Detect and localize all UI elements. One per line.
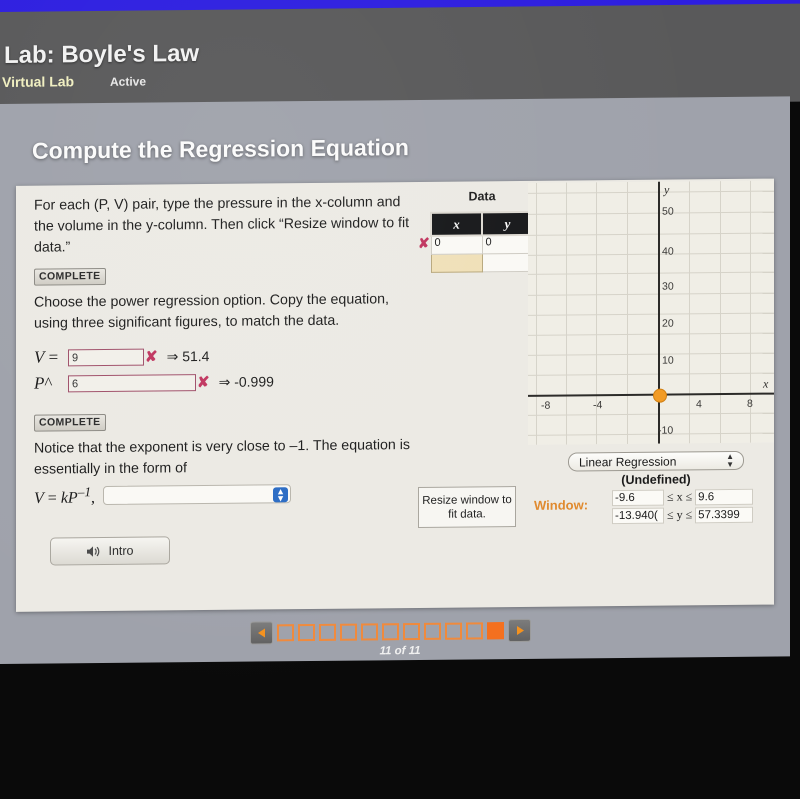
page-dot-11[interactable] — [487, 622, 504, 640]
resize-window-label: Resize window to fit data. — [422, 493, 512, 521]
row-invalid-icon: ✘ — [418, 234, 430, 251]
table-header-row: x y — [431, 211, 533, 236]
data-point-origin[interactable] — [653, 388, 667, 403]
page-dot-6[interactable] — [382, 623, 399, 641]
window-y-range-row: -13.940( ≤ y ≤ 57.3399 — [612, 506, 754, 524]
x-axis — [528, 392, 774, 397]
equation-row-v: V = 9 ✘ ⇒ 51.4 — [34, 343, 412, 369]
exponent-input[interactable]: 6 — [68, 373, 196, 392]
y-axis-label: y — [664, 182, 670, 197]
page-dot-8[interactable] — [424, 622, 441, 640]
kp-comma: , — [91, 489, 96, 507]
page-dot-10[interactable] — [466, 622, 483, 640]
y-tick-20: 20 — [662, 317, 674, 330]
intro-button-label: Intro — [108, 543, 134, 558]
app-header-content: Lab: Boyle's Law Virtual Lab Active — [0, 14, 800, 110]
equation-row-p: P^ 6 ✘ ⇒ -0.999 — [34, 369, 412, 395]
page-dot-4[interactable] — [340, 623, 357, 641]
cell-y-1[interactable] — [482, 253, 533, 272]
cell-x-1[interactable] — [431, 253, 482, 273]
page-counter: 11 of 11 — [379, 644, 421, 658]
instructions-column: For each (P, V) pair, type the pressure … — [34, 192, 412, 508]
activity-title: Compute the Regression Equation — [32, 134, 409, 164]
equation-p-result: ⇒ -0.999 — [218, 372, 274, 390]
window-section-label: Window: — [534, 497, 589, 513]
chevron-right-icon — [516, 626, 524, 636]
y-tick-40: 40 — [662, 245, 674, 258]
window-y-relation: ≤ y ≤ — [667, 507, 693, 522]
instruction-step-1: For each (P, V) pair, type the pressure … — [34, 194, 410, 256]
x-tick-neg8: -8 — [541, 399, 551, 412]
table-row — [431, 253, 533, 273]
x-tick-4: 4 — [696, 398, 702, 411]
pagination — [250, 618, 531, 645]
intro-button[interactable]: Intro — [50, 536, 170, 566]
content-area: Compute the Regression Equation For each… — [0, 96, 790, 664]
cell-x-0[interactable]: 0 — [431, 235, 482, 255]
y-tick-50: 50 — [662, 205, 674, 218]
window-ymax-input[interactable]: 57.3399 — [695, 506, 754, 523]
equation-v-result: ⇒ 51.4 — [166, 347, 210, 364]
x-tick-neg4: -4 — [593, 399, 603, 412]
chevron-left-icon — [257, 628, 265, 638]
activity-card: For each (P, V) pair, type the pressure … — [16, 178, 774, 612]
instruction-step-3: Notice that the exponent is very close t… — [34, 437, 410, 478]
kp-equation: V = kP–1, — [34, 484, 96, 508]
table-row: 0 0 — [431, 234, 533, 255]
resize-window-button[interactable]: Resize window to fit data. — [418, 486, 516, 528]
data-table-title: Data — [468, 189, 496, 204]
status-badge: Active — [110, 74, 147, 89]
window-xmin-input[interactable]: -9.6 — [612, 489, 664, 506]
regression-type-value: Linear Regression — [579, 454, 677, 470]
complete-badge-2: COMPLETE — [34, 413, 106, 432]
page-dot-7[interactable] — [403, 622, 420, 641]
chevron-updown-icon: ▲ ▼ — [726, 451, 734, 470]
x-axis-label: x — [763, 376, 769, 391]
window-x-relation: ≤ x ≤ — [667, 489, 693, 504]
equation-entry-block: V = 9 ✘ ⇒ 51.4 P^ 6 ✘ ⇒ -0.999 — [34, 343, 412, 395]
regression-result: (Undefined) — [621, 472, 691, 488]
y-tick-30: 30 — [662, 280, 674, 293]
page-dot-2[interactable] — [298, 623, 315, 642]
form-select[interactable]: ▲ ▼ — [103, 484, 292, 506]
incorrect-icon-p: ✘ — [197, 373, 210, 392]
cell-y-0[interactable]: 0 — [482, 234, 533, 254]
data-table: x y 0 0 — [430, 211, 534, 273]
y-tick-neg10: -10 — [658, 424, 674, 437]
column-header-x: x — [431, 212, 482, 236]
page-dot-9[interactable] — [445, 622, 462, 640]
lab-category-label: Virtual Lab — [2, 73, 75, 90]
incorrect-icon-v: ✘ — [145, 348, 158, 366]
final-form-block: COMPLETE Notice that the exponent is ver… — [34, 405, 412, 508]
window-x-range-row: -9.6 ≤ x ≤ 9.6 — [612, 488, 754, 506]
screen-photo: Lab: Boyle's Law Virtual Lab Active Comp… — [0, 0, 800, 799]
page-dot-5[interactable] — [361, 623, 378, 641]
window-xmax-input[interactable]: 9.6 — [695, 488, 754, 505]
instruction-step-2: Choose the power regression option. Copy… — [34, 291, 389, 332]
y-axis — [658, 181, 660, 444]
coefficient-input[interactable]: 9 — [68, 348, 144, 366]
stepper-icon[interactable]: ▲ ▼ — [273, 486, 289, 503]
regression-type-select[interactable]: Linear Regression ▲ ▼ — [568, 450, 744, 472]
window-ymin-input[interactable]: -13.940( — [612, 507, 664, 524]
next-page-button[interactable] — [508, 618, 531, 643]
graph-canvas[interactable]: y x 50 40 30 20 10 -10 -8 -4 4 8 — [528, 180, 774, 445]
equation-v-label: V = — [34, 347, 59, 367]
page-dot-1[interactable] — [277, 624, 294, 642]
x-tick-8: 8 — [747, 397, 753, 410]
column-header-y: y — [482, 211, 533, 236]
y-tick-10: 10 — [662, 354, 674, 367]
page-title: Lab: Boyle's Law — [4, 39, 200, 69]
prev-page-button[interactable] — [250, 621, 273, 645]
kp-exponent: –1 — [77, 484, 92, 500]
kp-form-row: V = kP–1, ▲ ▼ — [34, 481, 412, 508]
speaker-icon — [87, 545, 100, 557]
data-table-panel: Data ✘ x y 0 0 — [418, 189, 538, 273]
complete-badge-1: COMPLETE — [34, 267, 106, 286]
equation-p-label: P^ — [34, 373, 53, 393]
page-dot-3[interactable] — [319, 623, 336, 641]
